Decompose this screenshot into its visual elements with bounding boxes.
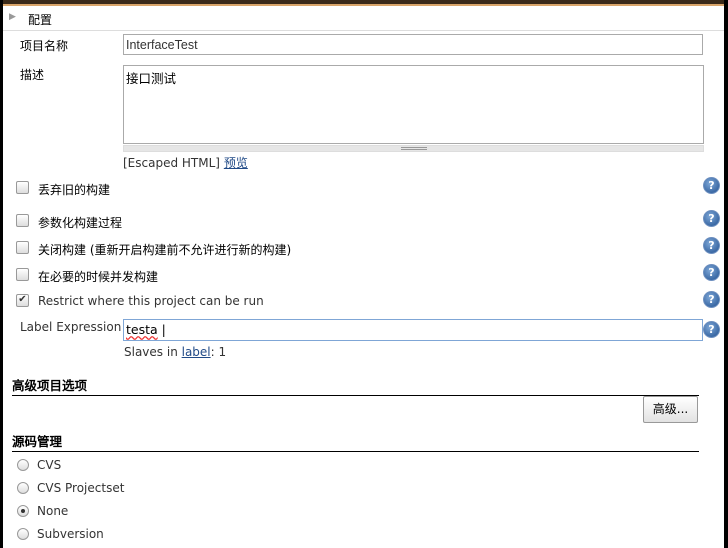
help-icon[interactable]: ?: [703, 177, 720, 194]
scm-option-label: CVS: [37, 458, 62, 472]
label-expression-value: testa: [126, 322, 158, 337]
option-label: 参数化构建过程: [38, 216, 123, 230]
scm-option-label: None: [37, 504, 69, 518]
slaves-text: Slaves in: [124, 345, 182, 359]
discard-old-builds-checkbox[interactable]: [16, 181, 29, 194]
label-expression-input[interactable]: testa |: [123, 319, 703, 341]
divider: [3, 30, 724, 31]
scm-option-label: Subversion: [37, 527, 104, 541]
preview-link[interactable]: 预览: [224, 156, 248, 170]
option-label: 关闭构建 (重新开启构建前不允许进行新的构建): [38, 243, 292, 257]
restrict-checkbox-checked[interactable]: ✔: [16, 294, 29, 307]
help-icon[interactable]: ?: [703, 321, 720, 338]
description-label: 描述: [20, 68, 45, 82]
section-config-title: 配置: [28, 13, 53, 27]
advanced-section-title: 高级项目选项: [12, 375, 699, 396]
option-label: 在必要的时候并发构建: [38, 270, 159, 284]
project-name-input[interactable]: [123, 34, 703, 55]
scm-radio-subversion[interactable]: [17, 528, 29, 540]
description-textarea[interactable]: 接口测试: [123, 65, 704, 144]
textarea-resize-handle[interactable]: [123, 145, 704, 152]
help-icon[interactable]: ?: [703, 237, 720, 254]
slaves-count: : 1: [210, 345, 227, 359]
scm-radio-none-selected[interactable]: [17, 505, 29, 517]
project-name-label: 项目名称: [20, 39, 69, 53]
option-label: Restrict where this project can be run: [38, 294, 264, 308]
scm-section-title: 源码管理: [12, 431, 699, 452]
label-expression-label: Label Expression: [20, 320, 122, 334]
parameterized-checkbox[interactable]: [16, 214, 29, 227]
help-icon[interactable]: ?: [703, 264, 720, 281]
help-icon[interactable]: ?: [703, 291, 720, 308]
expand-triangle-icon[interactable]: ▶: [9, 12, 16, 22]
escaped-html-note: [Escaped HTML]: [123, 156, 220, 170]
scm-radio-cvs[interactable]: [17, 459, 29, 471]
label-link[interactable]: label: [182, 345, 211, 359]
scm-option-label: CVS Projectset: [37, 481, 125, 495]
option-label: 丢弃旧的构建: [38, 183, 111, 197]
advanced-button[interactable]: 高级...: [643, 396, 698, 423]
help-icon[interactable]: ?: [703, 210, 720, 227]
concurrent-build-checkbox[interactable]: [16, 268, 29, 281]
scm-radio-cvs-projectset[interactable]: [17, 482, 29, 494]
config-page: ▶ 配置 项目名称 描述 接口测试 [Escaped HTML] 预览 丢弃旧的…: [3, 0, 724, 548]
disable-build-checkbox[interactable]: [16, 241, 29, 254]
